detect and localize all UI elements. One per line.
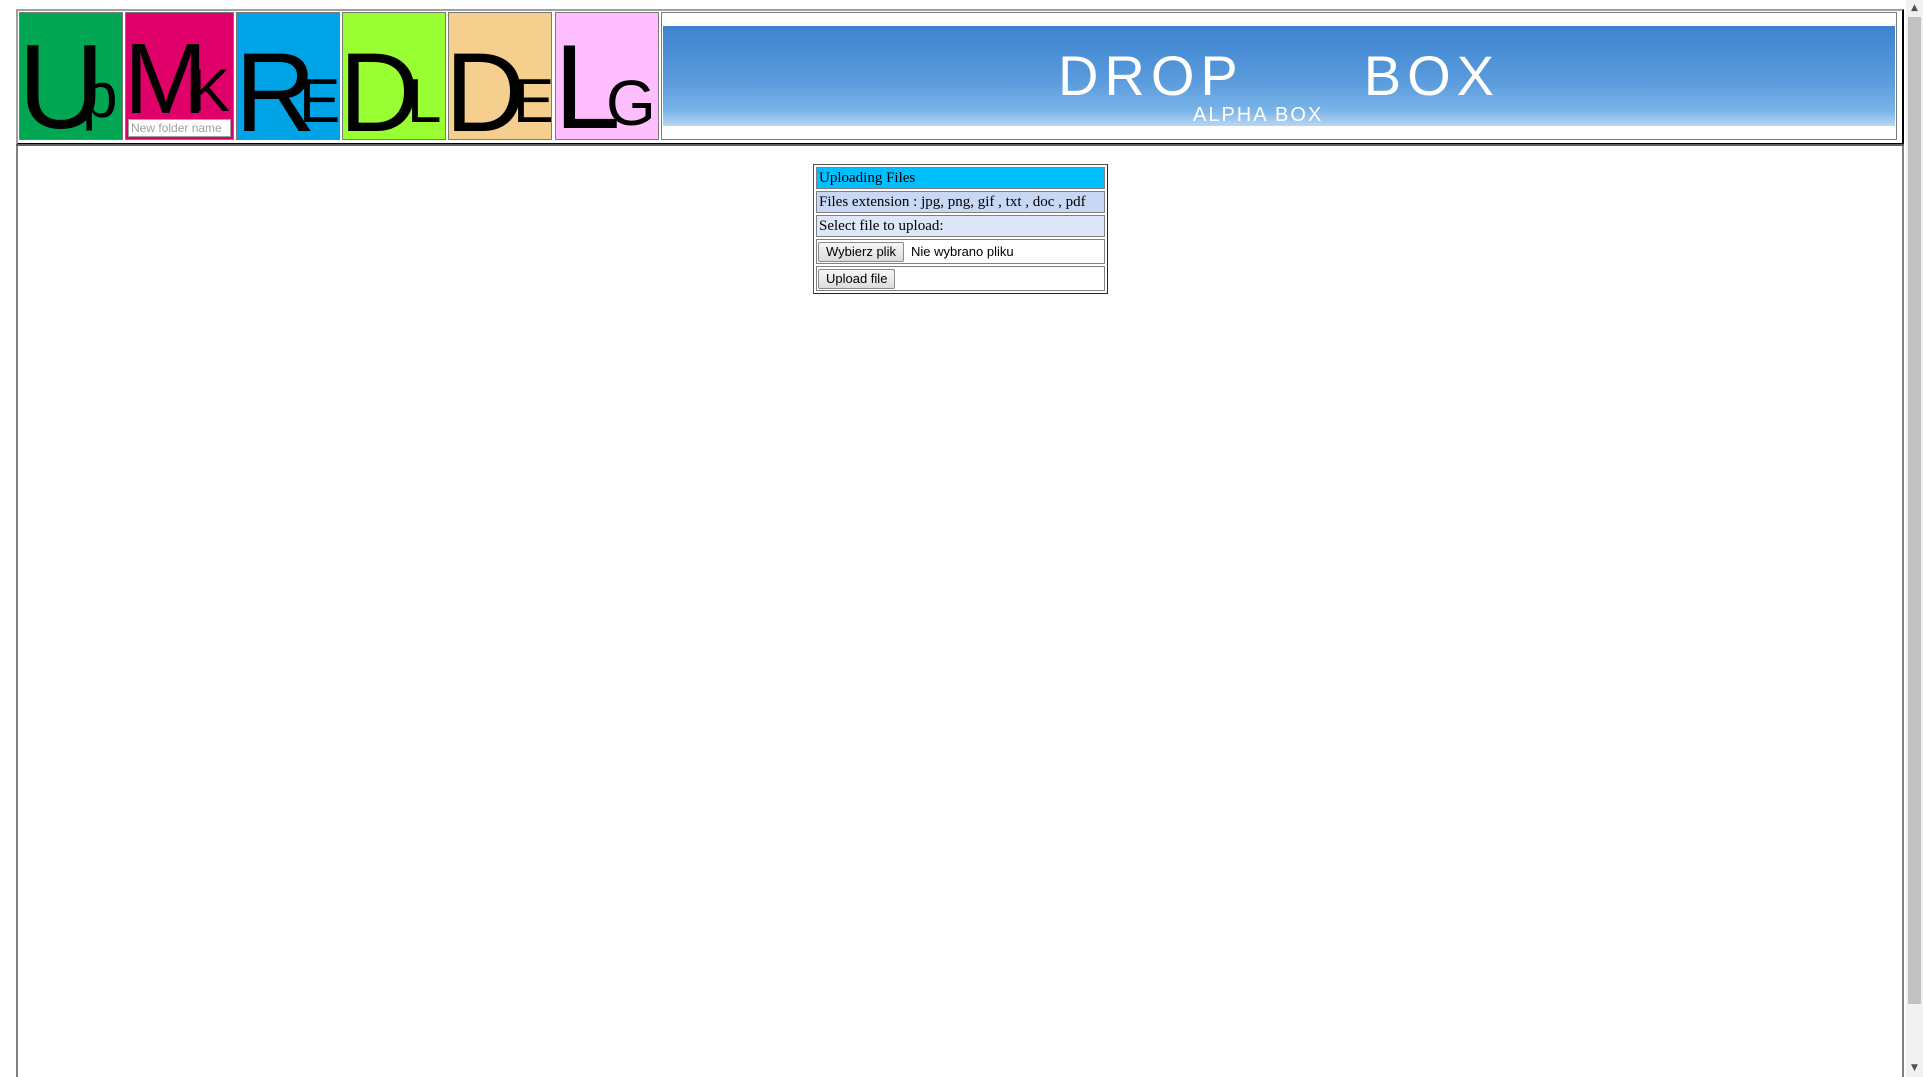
submit-row: Upload file bbox=[816, 266, 1105, 291]
file-status-text: Nie wybrano pliku bbox=[911, 244, 1014, 259]
tile-letter-small: p bbox=[82, 59, 118, 131]
banner-subtitle: ALPHA BOX bbox=[1193, 104, 1324, 126]
upload-file-button[interactable]: Upload file bbox=[818, 269, 896, 289]
tile-letter-small: K bbox=[190, 57, 231, 124]
banner-title-left: DROP bbox=[1057, 44, 1244, 107]
upload-form: Uploading Files Files extension : jpg, p… bbox=[813, 164, 1108, 294]
tile-letter-small: G bbox=[606, 67, 656, 139]
rename-tile[interactable]: R E bbox=[236, 12, 340, 140]
download-tile[interactable]: D L bbox=[342, 12, 446, 140]
banner-title: DROP BOX bbox=[663, 48, 1895, 104]
tile-letter-big: D bbox=[448, 30, 526, 140]
upload-tile[interactable]: U p bbox=[19, 12, 123, 140]
banner-logo: DROP BOX ALPHA BOX bbox=[663, 26, 1895, 126]
banner-cell: DROP BOX ALPHA BOX bbox=[661, 12, 1897, 140]
allowed-extensions: Files extension : jpg, png, gif , txt , … bbox=[816, 191, 1105, 213]
tile-letter-small: E bbox=[299, 67, 340, 136]
file-input-row: Wybierz plik Nie wybrano pliku bbox=[816, 239, 1105, 264]
new-folder-name-input[interactable] bbox=[128, 119, 231, 137]
tile-letter-small: E bbox=[513, 67, 552, 136]
make-folder-tile[interactable]: M K bbox=[125, 12, 234, 140]
vertical-scrollbar[interactable]: ▲ ▼ bbox=[1906, 0, 1923, 1077]
banner-title-right: BOX bbox=[1363, 44, 1501, 107]
scrollbar-thumb[interactable] bbox=[1908, 17, 1921, 1004]
tile-letter-big: D bbox=[342, 30, 420, 140]
upload-title: Uploading Files bbox=[816, 167, 1105, 189]
delete-tile[interactable]: D E bbox=[448, 12, 552, 140]
tile-letter-small: L bbox=[407, 67, 442, 136]
choose-file-button[interactable]: Wybierz plik bbox=[818, 242, 904, 262]
logout-tile[interactable]: L G bbox=[555, 12, 659, 140]
scroll-down-arrow-icon[interactable]: ▼ bbox=[1906, 1060, 1923, 1077]
header-divider bbox=[16, 144, 1904, 146]
scroll-up-arrow-icon[interactable]: ▲ bbox=[1906, 0, 1923, 17]
select-file-label: Select file to upload: bbox=[816, 215, 1105, 237]
